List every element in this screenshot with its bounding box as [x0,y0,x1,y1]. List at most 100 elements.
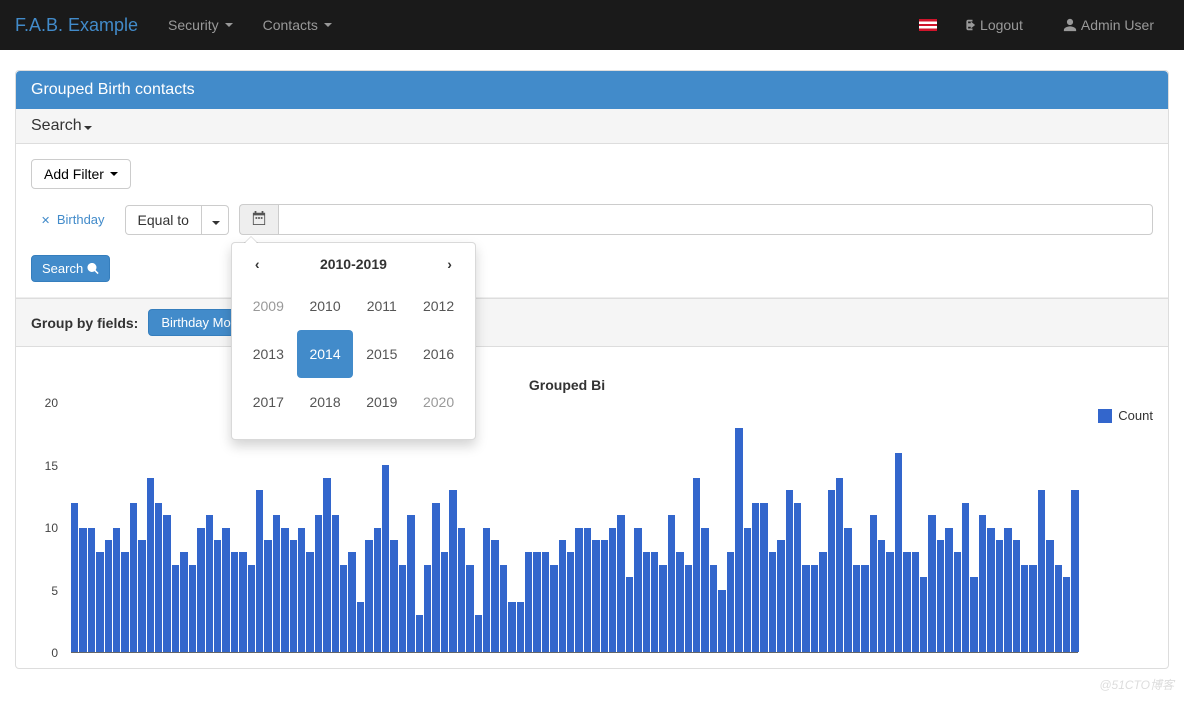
bar[interactable] [954,552,961,652]
bar[interactable] [550,565,557,652]
bar[interactable] [365,540,372,652]
bar[interactable] [407,515,414,652]
bar[interactable] [1046,540,1053,652]
bar[interactable] [752,503,759,652]
bar[interactable] [828,490,835,652]
bar[interactable] [382,465,389,652]
bar[interactable] [559,540,566,652]
bar[interactable] [1013,540,1020,652]
search-button[interactable]: Search [31,255,110,282]
bar[interactable] [483,528,490,653]
bar[interactable] [937,540,944,652]
bar[interactable] [617,515,624,652]
bar[interactable] [701,528,708,653]
bar[interactable] [777,540,784,652]
bar[interactable] [710,565,717,652]
bar[interactable] [760,503,767,652]
nav-security[interactable]: Security [153,2,248,48]
year-2016[interactable]: 2016 [410,330,467,378]
bar[interactable] [239,552,246,652]
bar[interactable] [323,478,330,652]
logout-link[interactable]: Logout [947,2,1038,48]
year-2015[interactable]: 2015 [353,330,410,378]
bar[interactable] [685,565,692,652]
bar[interactable] [298,528,305,653]
bar[interactable] [416,615,423,652]
bar[interactable] [786,490,793,652]
bar[interactable] [575,528,582,653]
bar[interactable] [138,540,145,652]
bar[interactable] [332,515,339,652]
year-2009[interactable]: 2009 [240,282,297,330]
bar[interactable] [222,528,229,653]
bar[interactable] [870,515,877,652]
bar[interactable] [609,528,616,653]
bar[interactable] [517,602,524,652]
bar[interactable] [861,565,868,652]
bar[interactable] [88,528,95,653]
bar[interactable] [340,565,347,652]
bar[interactable] [928,515,935,652]
bar[interactable] [348,552,355,652]
bar[interactable] [172,565,179,652]
bar[interactable] [878,540,885,652]
bar[interactable] [147,478,154,652]
bar[interactable] [996,540,1003,652]
bar[interactable] [231,552,238,652]
bar[interactable] [626,577,633,652]
bar[interactable] [903,552,910,652]
bar[interactable] [634,528,641,653]
bar[interactable] [458,528,465,653]
bar[interactable] [802,565,809,652]
bar[interactable] [180,552,187,652]
bar[interactable] [1071,490,1078,652]
user-link[interactable]: Admin User [1048,2,1169,48]
bar[interactable] [466,565,473,652]
bar[interactable] [659,565,666,652]
year-2011[interactable]: 2011 [353,282,410,330]
bar[interactable] [1038,490,1045,652]
search-toggle[interactable]: Search [16,109,1168,144]
bar[interactable] [357,602,364,652]
bar[interactable] [79,528,86,653]
bar[interactable] [525,552,532,652]
bar[interactable] [912,552,919,652]
bar[interactable] [399,565,406,652]
bar[interactable] [836,478,843,652]
flag-icon[interactable] [919,19,937,31]
bar[interactable] [920,577,927,652]
bar[interactable] [441,552,448,652]
bar[interactable] [853,565,860,652]
operator-toggle[interactable] [202,205,229,235]
bar[interactable] [819,552,826,652]
bar[interactable] [500,565,507,652]
year-2014[interactable]: 2014 [297,330,354,378]
bar[interactable] [676,552,683,652]
calendar-button[interactable] [239,204,278,235]
bar[interactable] [113,528,120,653]
bar[interactable] [945,528,952,653]
bar[interactable] [290,540,297,652]
bar[interactable] [970,577,977,652]
bar[interactable] [533,552,540,652]
year-2012[interactable]: 2012 [410,282,467,330]
bar[interactable] [1063,577,1070,652]
bar[interactable] [567,552,574,652]
next-decade-button[interactable]: › [437,256,462,272]
bar[interactable] [744,528,751,653]
bar[interactable] [844,528,851,653]
bar[interactable] [601,540,608,652]
bar[interactable] [735,428,742,652]
bar[interactable] [542,552,549,652]
bar[interactable] [987,528,994,653]
bar[interactable] [508,602,515,652]
bar[interactable] [256,490,263,652]
year-2010[interactable]: 2010 [297,282,354,330]
year-2013[interactable]: 2013 [240,330,297,378]
bar[interactable] [651,552,658,652]
nav-contacts[interactable]: Contacts [248,2,347,48]
bar[interactable] [390,540,397,652]
bar[interactable] [475,615,482,652]
bar[interactable] [1004,528,1011,653]
bar[interactable] [584,528,591,653]
